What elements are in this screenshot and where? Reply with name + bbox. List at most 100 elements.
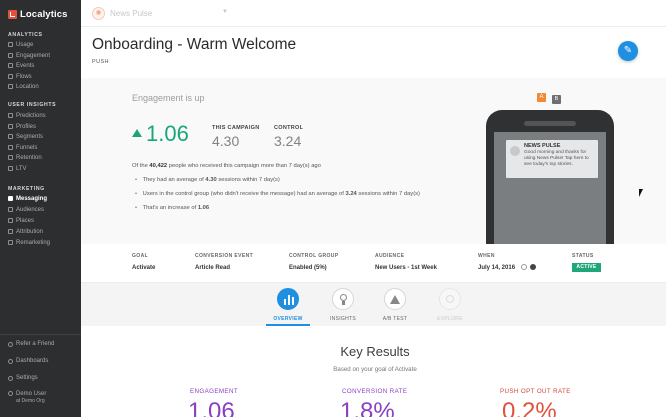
clock-icon [521,264,527,270]
predictions-icon [8,113,13,118]
settings-link[interactable]: Settings [8,375,38,381]
sidebar-item-places[interactable]: Places [8,216,34,225]
tab-overview[interactable]: OVERVIEW [263,288,313,322]
conversion-rate-value: 1.8% [340,398,395,417]
localytics-logo-icon [8,9,17,19]
settings-label: Settings [16,375,38,381]
tab-insights[interactable]: INSIGHTS [318,288,368,322]
when-label: WHEN [478,253,495,259]
user-info: Demo User at Demo Org [16,391,46,405]
engagement-heading: Engagement is up [132,93,205,103]
page-title: Onboarding - Warm Welcome [92,36,297,53]
audience-value: New Users - 1st Week [375,265,437,271]
edit-button[interactable]: ✎ [618,41,638,61]
sidebar-item-predictions[interactable]: Predictions [8,111,46,120]
notification-body: Good morning and thanks for using News P… [524,150,589,167]
sidebar-item-location[interactable]: Location [8,82,39,91]
sidebar-item-label: LTV [16,165,27,172]
sidebar: Localytics ANALYTICS Usage Engagement Ev… [0,0,81,417]
sidebar-item-remarketing[interactable]: Remarketing [8,238,50,247]
conversion-event-label: CONVERSION EVENT [195,253,254,259]
engagement-description: Of the 40,422 people who received this c… [132,163,321,169]
sidebar-item-events[interactable]: Events [8,61,34,70]
funnels-icon [8,145,13,150]
this-campaign-value: 4.30 [212,133,240,149]
sidebar-item-messaging[interactable]: Messaging [8,194,47,203]
user-menu[interactable]: Demo User at Demo Org [8,391,46,405]
engagement-icon [8,53,13,58]
engagement-lift-value: 1.06 [146,121,189,146]
tab-label: A/B TEST [382,316,408,322]
sidebar-item-label: Attribution [16,228,44,235]
phone-preview: NEWS PULSE Good morning and thanks for u… [486,110,614,244]
bullet-prefix: They had an average of [142,177,204,183]
sidebar-item-label: Flows [16,73,32,80]
sidebar-item-flows[interactable]: Flows [8,72,32,81]
sidebar-item-attribution[interactable]: Attribution [8,227,43,236]
sidebar-item-audiences[interactable]: Audiences [8,205,44,214]
sidebar-item-ltv[interactable]: LTV [8,164,27,173]
when-value: July 14, 2016 [478,265,516,271]
chevron-down-icon[interactable]: ▼ [222,9,228,15]
app-icon [510,146,520,156]
engagement-bullet-2: Users in the control group (who didn't r… [135,191,420,197]
refer-friend-link[interactable]: Refer a Friend [8,341,54,347]
audiences-icon [8,207,13,212]
segments-icon [8,134,13,139]
lightbulb-icon [332,288,354,310]
engagement-bullet-3: That's an increase of 1.06 [135,205,210,211]
conversion-event-value: Article Read [195,265,231,271]
app-root: Localytics ANALYTICS Usage Engagement Ev… [0,0,666,417]
sidebar-item-label: Location [16,83,39,90]
sidebar-item-funnels[interactable]: Funnels [8,143,37,152]
sidebar-item-profiles[interactable]: Profiles [8,122,36,131]
flask-icon [384,288,406,310]
app-switcher-bar: ✺ News Pulse ▼ [81,0,666,27]
trend-up-icon [132,129,142,137]
key-results-title: Key Results [340,344,410,359]
key-results-subtitle: Based on your goal of Activate [333,366,417,373]
dashboards-link[interactable]: Dashboards [8,358,48,364]
sidebar-item-retention[interactable]: Retention [8,153,42,162]
places-icon [8,218,13,223]
nav-heading-user-insights: USER INSIGHTS [8,102,57,108]
sidebar-item-label: Events [16,62,35,69]
dashboards-label: Dashboards [16,358,49,364]
bullet-value: 3.24 [345,191,357,197]
sidebar-item-label: Remarketing [16,239,51,246]
app-logo-icon[interactable]: ✺ [92,7,105,20]
brand[interactable]: Localytics [8,6,67,22]
phone-speaker [524,121,576,126]
bullet-prefix: That's an increase of [142,205,197,211]
globe-icon [530,264,536,270]
sidebar-item-segments[interactable]: Segments [8,132,43,141]
sidebar-item-label: Retention [16,154,42,161]
sidebar-item-engagement[interactable]: Engagement [8,51,50,60]
variant-a-badge[interactable]: A [537,93,546,102]
location-icon [8,84,13,89]
variant-b-badge[interactable]: B [552,95,561,104]
desc-suffix: people who received this campaign more t… [168,163,321,169]
flows-icon [8,74,13,79]
app-switcher-name[interactable]: News Pulse [110,9,152,18]
push-notification-preview: NEWS PULSE Good morning and thanks for u… [506,140,598,178]
engagement-bullet-1: They had an average of 4.30 sessions wit… [135,177,280,183]
active-tab-indicator [266,324,310,326]
tab-ab-test[interactable]: A/B TEST [370,288,420,322]
control-label: CONTROL [274,125,304,131]
sidebar-item-usage[interactable]: Usage [8,40,33,49]
this-campaign-label: THIS CAMPAIGN [212,125,260,131]
sidebar-item-label: Messaging [16,195,48,202]
bullet-value: 1.06 [197,205,210,211]
control-group-value: Enabled (5%) [289,265,327,271]
sidebar-item-label: Usage [16,41,34,48]
pencil-icon: ✎ [623,45,633,56]
engagement-result-label: ENGAGEMENT [190,388,239,395]
sidebar-item-label: Profiles [16,123,37,130]
gift-icon [8,341,13,347]
tab-explore[interactable]: EXPLORE [425,288,475,322]
goal-label: GOAL [132,253,149,259]
sidebar-item-label: Engagement [16,52,51,59]
tab-label: OVERVIEW [273,316,303,322]
control-value: 3.24 [274,133,302,149]
